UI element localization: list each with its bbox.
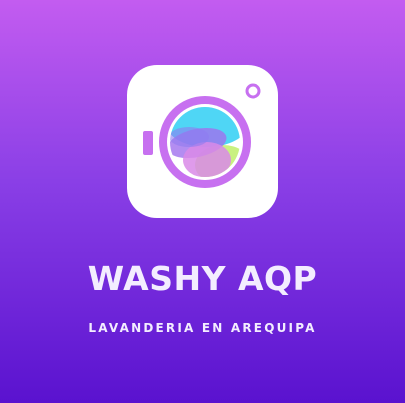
door-latch bbox=[143, 131, 153, 155]
washing-machine-icon bbox=[143, 83, 261, 188]
brand-name: WASHY AQP bbox=[87, 259, 318, 298]
washing-machine-logo bbox=[127, 65, 278, 218]
indicator-dot bbox=[245, 83, 261, 99]
brand-tagline: LAVANDERIA EN AREQUIPA bbox=[88, 321, 317, 335]
